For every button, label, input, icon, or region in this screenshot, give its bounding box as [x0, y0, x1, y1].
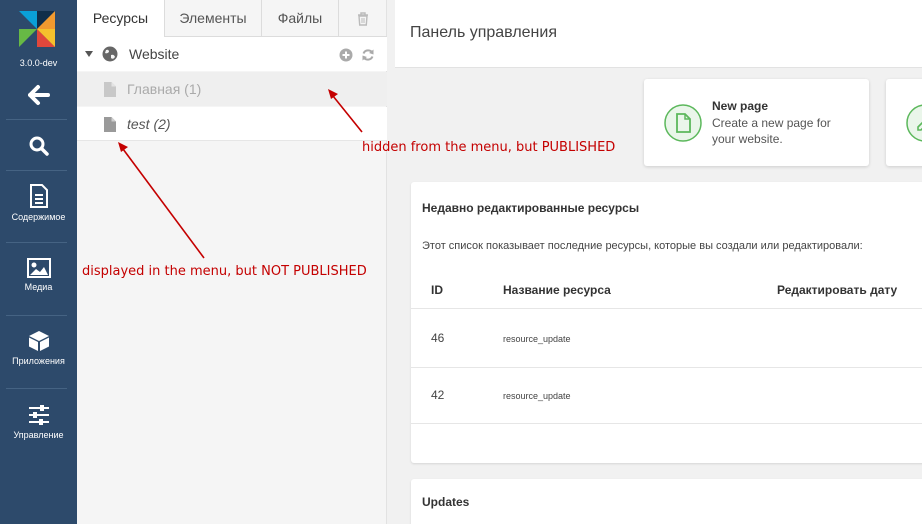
- nav-label: Содержимое: [11, 212, 66, 222]
- row-name[interactable]: resource_update: [503, 391, 571, 401]
- tab-trash[interactable]: [339, 0, 387, 37]
- new-page-card[interactable]: New page Create a new page for your webs…: [644, 79, 869, 166]
- resource-tree-panel: Ресурсы Элементы Файлы Website Главная (…: [77, 0, 387, 524]
- sliders-icon: [28, 405, 49, 425]
- search-button[interactable]: [0, 135, 77, 157]
- edit-icon: [906, 104, 922, 142]
- tree-node[interactable]: Главная (1): [77, 72, 387, 106]
- tree-node-label: test (2): [127, 116, 171, 132]
- row-name[interactable]: resource_update: [503, 334, 571, 344]
- new-page-title: New page: [712, 99, 769, 113]
- panel-title: Updates: [422, 495, 470, 509]
- nav-content[interactable]: Содержимое: [0, 184, 77, 222]
- new-page-description: Create a new page for your website.: [712, 116, 831, 146]
- nav-label: Приложения: [12, 356, 65, 366]
- panel-description: Этот список показывает последние ресурсы…: [422, 240, 863, 252]
- row-id: 46: [431, 331, 445, 345]
- box-icon: [28, 331, 49, 351]
- row-id: 42: [431, 388, 445, 402]
- nav-media[interactable]: Медиа: [0, 258, 77, 292]
- tab-elements[interactable]: Элементы: [165, 0, 262, 37]
- arrow-left-icon: [27, 85, 50, 105]
- tree-node-website[interactable]: Website: [77, 37, 387, 71]
- main-sidebar: 3.0.0-dev Содержимое Медиа Приложения Уп…: [0, 0, 77, 524]
- document-icon: [29, 184, 48, 208]
- search-icon: [29, 136, 49, 156]
- nav-label: Управление: [13, 430, 64, 440]
- tree-tabs: Ресурсы Элементы Файлы: [77, 0, 387, 38]
- nav-manage[interactable]: Управление: [0, 404, 77, 440]
- new-page-icon: [664, 104, 702, 142]
- updates-panel: Updates: [411, 479, 922, 524]
- tree-node-label: Главная (1): [127, 81, 202, 97]
- tree-node[interactable]: test (2): [77, 107, 387, 141]
- page-header: Панель управления: [395, 0, 922, 68]
- nav-label: Медиа: [24, 282, 53, 292]
- modx-logo[interactable]: [17, 9, 57, 49]
- column-header-id[interactable]: ID: [431, 283, 443, 297]
- globe-icon: [102, 46, 118, 62]
- widget-card[interactable]: [886, 79, 922, 166]
- trash-icon: [358, 12, 368, 26]
- tree-root-label: Website: [129, 46, 180, 62]
- column-header-name[interactable]: Название ресурса: [503, 283, 611, 297]
- page-title: Панель управления: [410, 24, 557, 41]
- annotation-displayed: displayed in the menu, but NOT PUBLISHED: [82, 264, 367, 279]
- panel-title: Недавно редактированные ресурсы: [422, 201, 640, 215]
- recent-resources-panel: Недавно редактированные ресурсы Этот спи…: [411, 182, 922, 463]
- add-icon[interactable]: [339, 48, 353, 62]
- nav-extras[interactable]: Приложения: [0, 330, 77, 366]
- back-button[interactable]: [0, 84, 77, 106]
- file-icon: [104, 82, 116, 97]
- annotation-hidden: hidden from the menu, but PUBLISHED: [362, 140, 616, 155]
- tab-files[interactable]: Файлы: [262, 0, 339, 37]
- column-header-date[interactable]: Редактировать дату: [777, 283, 897, 297]
- file-icon: [104, 117, 116, 132]
- version-label: 3.0.0-dev: [19, 58, 58, 68]
- tab-resources[interactable]: Ресурсы: [77, 0, 165, 38]
- image-icon: [26, 258, 51, 278]
- refresh-icon[interactable]: [361, 48, 375, 62]
- caret-down-icon[interactable]: [84, 49, 94, 59]
